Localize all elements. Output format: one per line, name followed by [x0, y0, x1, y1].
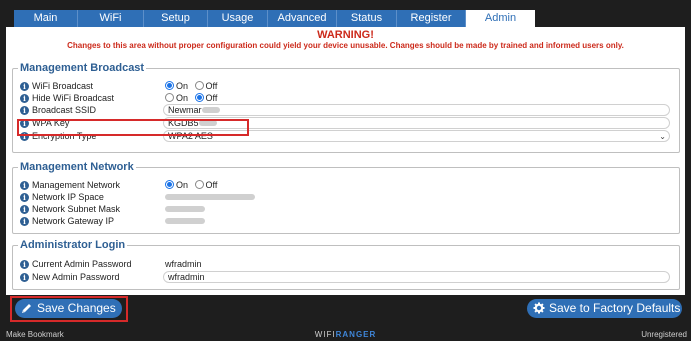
tab-bar: Main WiFi Setup Usage Advanced Status Re…: [14, 10, 535, 27]
broadcast-ssid-input[interactable]: Newmar: [163, 104, 670, 116]
redacted-text: [165, 194, 255, 200]
brand-logo: WIFIRANGER: [0, 330, 691, 339]
network-ip-space-value: [165, 192, 255, 203]
warning-text: Changes to this area without proper conf…: [67, 41, 624, 50]
info-icon[interactable]: i: [20, 106, 29, 115]
row-label: Hide WiFi Broadcast: [32, 93, 115, 103]
row-label: Current Admin Password: [32, 259, 132, 269]
info-icon[interactable]: i: [20, 82, 29, 91]
info-icon[interactable]: i: [20, 260, 29, 269]
wpa-key-highlight: [17, 119, 249, 136]
row-label: New Admin Password: [32, 272, 120, 282]
network-subnet-mask-value: [165, 204, 205, 215]
network-ip-space-row: i Network IP Space: [20, 192, 670, 203]
row-label: Network IP Space: [32, 192, 104, 202]
tab-admin[interactable]: Admin: [466, 10, 535, 27]
hide-broadcast-off-radio[interactable]: [194, 93, 204, 102]
row-label: Network Gateway IP: [32, 216, 115, 226]
info-icon[interactable]: i: [20, 217, 29, 226]
radio-label: On: [176, 93, 189, 103]
save-changes-label: Save Changes: [37, 301, 116, 315]
hide-broadcast-radio-group: On Off: [165, 93, 221, 104]
section-legend: Administrator Login: [18, 238, 128, 252]
brand-light: WIFI: [314, 330, 336, 339]
current-admin-password-row: i Current Admin Password wfradmin: [20, 259, 670, 270]
row-label: WiFi Broadcast: [32, 81, 94, 91]
pencil-icon: [22, 304, 31, 313]
info-icon[interactable]: i: [20, 273, 29, 282]
tab-register[interactable]: Register: [397, 10, 466, 27]
tab-advanced[interactable]: Advanced: [268, 10, 337, 27]
new-admin-password-value: wfradmin: [168, 272, 205, 282]
wifi-broadcast-row: i WiFi Broadcast On Off: [20, 81, 670, 92]
tab-usage[interactable]: Usage: [208, 10, 268, 27]
footer: Make Bookmark WIFIRANGER Unregistered: [0, 330, 691, 341]
save-changes-button[interactable]: Save Changes: [15, 299, 122, 318]
row-label: Network Subnet Mask: [32, 204, 121, 214]
broadcast-ssid-row: i Broadcast SSID Newmar: [20, 104, 670, 116]
chevron-down-icon: ⌄: [659, 132, 666, 141]
gear-icon: [533, 302, 545, 314]
row-label: Management Network: [32, 180, 121, 190]
info-icon[interactable]: i: [20, 181, 29, 190]
save-factory-defaults-button[interactable]: Save to Factory Defaults: [527, 299, 682, 318]
save-factory-defaults-label: Save to Factory Defaults: [549, 301, 681, 315]
hide-broadcast-on-radio[interactable]: [165, 93, 174, 102]
tab-status[interactable]: Status: [337, 10, 397, 27]
row-label: Broadcast SSID: [32, 105, 97, 115]
registration-status: Unregistered: [641, 330, 687, 339]
tab-setup[interactable]: Setup: [144, 10, 208, 27]
network-gateway-ip-value: [165, 216, 205, 227]
ssid-value: Newmar: [168, 105, 202, 115]
administrator-login-section: Administrator Login i Current Admin Pass…: [12, 238, 680, 290]
redacted-text: [165, 218, 205, 224]
tab-main[interactable]: Main: [14, 10, 78, 27]
section-legend: Management Network: [18, 160, 136, 174]
admin-panel: WARNING! Changes to this area without pr…: [6, 27, 685, 295]
info-icon[interactable]: i: [20, 205, 29, 214]
radio-label: On: [176, 180, 189, 190]
management-broadcast-section: Management Broadcast i WiFi Broadcast On…: [12, 61, 680, 153]
radio-label: Off: [205, 180, 218, 190]
tab-wifi[interactable]: WiFi: [78, 10, 144, 27]
network-subnet-mask-row: i Network Subnet Mask: [20, 204, 670, 215]
management-network-row: i Management Network On Off: [20, 180, 670, 191]
new-admin-password-input[interactable]: wfradmin: [163, 271, 670, 283]
current-admin-password-value: wfradmin: [165, 259, 202, 269]
radio-label: Off: [205, 81, 218, 91]
radio-label: Off: [205, 93, 218, 103]
management-network-off-radio[interactable]: [194, 180, 204, 189]
management-network-on-radio[interactable]: [165, 180, 174, 189]
redacted-text: [165, 206, 205, 212]
redacted-text: [201, 107, 220, 113]
network-gateway-ip-row: i Network Gateway IP: [20, 216, 670, 227]
new-admin-password-row: i New Admin Password wfradmin: [20, 271, 670, 283]
radio-label: On: [176, 81, 189, 91]
info-icon[interactable]: i: [20, 193, 29, 202]
hide-wifi-broadcast-row: i Hide WiFi Broadcast On Off: [20, 93, 670, 104]
brand-bold: RANGER: [335, 330, 377, 339]
wifi-broadcast-radio-group: On Off: [165, 81, 221, 92]
info-icon[interactable]: i: [20, 94, 29, 103]
management-network-section: Management Network i Management Network …: [12, 160, 680, 234]
section-legend: Management Broadcast: [18, 61, 147, 75]
wifi-broadcast-off-radio[interactable]: [194, 81, 204, 90]
management-network-radio-group: On Off: [165, 180, 221, 191]
warning-title: WARNING!: [317, 29, 374, 41]
wifi-broadcast-on-radio[interactable]: [165, 81, 174, 90]
